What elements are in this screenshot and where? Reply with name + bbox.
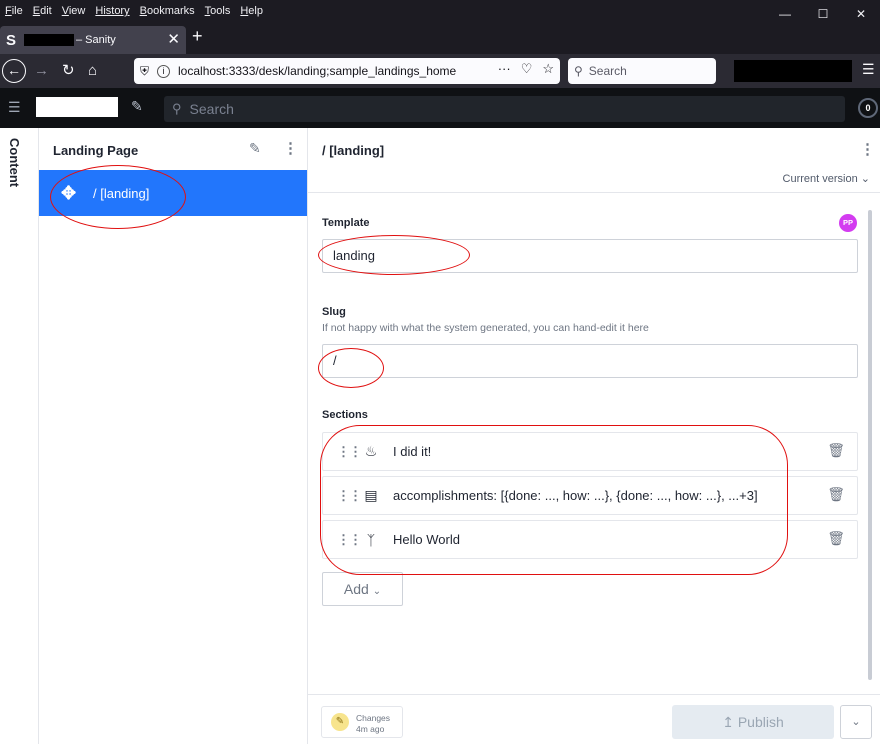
new-tab-icon[interactable]: +: [192, 26, 203, 47]
slug-description: If not happy with what the system genera…: [322, 322, 649, 334]
chevron-down-icon: ⌄: [372, 586, 382, 597]
template-input[interactable]: landing: [322, 239, 858, 273]
editor-scrollbar[interactable]: [866, 200, 874, 690]
scrollbar-thumb[interactable]: [868, 210, 872, 680]
browser-menu-icon[interactable]: ☰: [862, 61, 875, 78]
changes-time: 4m ago: [356, 724, 385, 734]
chevron-down-icon: ⌄: [860, 173, 870, 185]
list-item[interactable]: ✥ / [landing]: [39, 170, 307, 216]
menu-help[interactable]: Help: [235, 5, 268, 17]
redacted-studio-logo[interactable]: [36, 97, 118, 117]
publish-button[interactable]: ↥ Publish: [672, 705, 834, 739]
back-icon[interactable]: ←: [2, 59, 26, 83]
url-bar[interactable]: ⛨ i localhost:3333/desk/landing;sample_l…: [134, 58, 560, 84]
pane-menu-icon[interactable]: ⋮: [283, 139, 298, 157]
document-title: / [landing]: [322, 143, 385, 158]
minimize-icon[interactable]: —: [766, 0, 804, 22]
header-divider: [308, 192, 880, 193]
url-text: localhost:3333/desk/landing;sample_landi…: [178, 64, 457, 78]
menu-tools[interactable]: Tools: [200, 5, 236, 17]
hamburger-icon[interactable]: ☰: [8, 99, 21, 116]
window-controls: — ☐ ✕: [766, 0, 880, 22]
studio-search-input[interactable]: ⚲ Search: [164, 96, 845, 122]
menu-history[interactable]: History: [90, 5, 134, 17]
changes-button[interactable]: ✎ Changes 4m ago: [321, 706, 403, 738]
pocket-icon[interactable]: ♡: [521, 61, 533, 77]
reload-icon[interactable]: ↻: [62, 61, 75, 81]
close-window-icon[interactable]: ✕: [842, 0, 880, 22]
browser-menubar: File Edit View History Bookmarks Tools H…: [0, 0, 880, 22]
trash-icon[interactable]: 🗑: [827, 442, 845, 459]
menu-view[interactable]: View: [57, 5, 91, 17]
sections-label: Sections: [322, 409, 368, 421]
chevron-down-icon: ⌄: [851, 716, 861, 728]
menu-bookmarks[interactable]: Bookmarks: [135, 5, 200, 17]
expand-arrows-icon: ✥: [61, 182, 77, 203]
server-icon: ▤: [364, 487, 378, 503]
changes-label: Changes: [356, 713, 391, 723]
add-section-button[interactable]: Add ⌄: [322, 572, 403, 606]
section-item-text: I did it!: [393, 444, 432, 459]
document-editor-pane: / [landing] ⋮ Current version ⌄ Template…: [308, 128, 880, 744]
section-item-text: Hello World: [393, 532, 460, 547]
search-icon: ⚲: [172, 101, 182, 116]
section-item-text: accomplishments: [{done: ..., how: ...},…: [393, 488, 758, 503]
redacted-tab-title: [24, 34, 74, 46]
search-icon: ⚲: [574, 64, 583, 78]
browser-search-box[interactable]: ⚲ Search: [568, 58, 716, 84]
cake-icon: ♨: [364, 443, 378, 459]
sanity-favicon-icon: S: [6, 31, 17, 49]
pane-title: Landing Page: [53, 143, 139, 158]
section-item[interactable]: ⋮⋮ ▤ accomplishments: [{done: ..., how: …: [322, 476, 858, 515]
forward-icon[interactable]: →: [34, 61, 49, 81]
menu-file[interactable]: File: [0, 5, 28, 17]
pencil-icon: ✎: [331, 713, 349, 731]
maximize-icon[interactable]: ☐: [804, 0, 842, 22]
trash-icon[interactable]: 🗑: [827, 530, 845, 547]
compose-icon[interactable]: ✎: [131, 98, 143, 115]
upload-icon: ↥: [722, 714, 734, 730]
drag-handle-icon[interactable]: ⋮⋮: [337, 488, 362, 504]
url-tools: ··· ♡ ☆: [498, 61, 554, 77]
browser-search-placeholder: Search: [588, 64, 627, 78]
home-icon[interactable]: ⌂: [88, 61, 97, 81]
menu-edit[interactable]: Edit: [28, 5, 57, 17]
tab-bar: S – Sanity ✕ +: [0, 22, 880, 54]
bookmark-star-icon[interactable]: ☆: [542, 61, 554, 77]
section-item[interactable]: ⋮⋮ ♨ I did it! 🗑: [322, 432, 858, 471]
slug-input[interactable]: /: [322, 344, 858, 378]
notification-badge[interactable]: 0: [858, 98, 878, 118]
tab-title: – Sanity: [76, 34, 116, 46]
redacted-toolbar-area: [734, 60, 852, 82]
tab-close-icon[interactable]: ✕: [167, 30, 180, 48]
template-label: Template: [322, 217, 370, 229]
bluetooth-icon: ᛉ: [366, 531, 376, 548]
publish-menu-button[interactable]: ⌄: [840, 705, 872, 739]
page-actions-icon[interactable]: ···: [498, 61, 511, 77]
slug-label: Slug: [322, 306, 346, 318]
drag-handle-icon[interactable]: ⋮⋮: [337, 444, 362, 460]
footer-divider: [308, 694, 880, 695]
drag-handle-icon[interactable]: ⋮⋮: [337, 532, 362, 548]
version-selector[interactable]: Current version ⌄: [783, 172, 870, 185]
rail-content-label[interactable]: Content: [7, 138, 22, 187]
document-menu-icon[interactable]: ⋮: [860, 140, 875, 158]
document-list-pane: Landing Page ✎ ⋮ ✥ / [landing]: [39, 128, 308, 744]
tool-rail: Content: [0, 128, 39, 744]
browser-tab[interactable]: S – Sanity ✕: [0, 26, 186, 54]
section-item[interactable]: ⋮⋮ ᛉ Hello World 🗑: [322, 520, 858, 559]
list-item-label: / [landing]: [93, 185, 150, 201]
studio-navbar: ☰ ✎ ⚲ Search 0: [0, 88, 880, 128]
shield-icon[interactable]: ⛨: [140, 64, 149, 79]
studio-search-placeholder: Search: [189, 101, 234, 117]
create-document-icon[interactable]: ✎: [249, 140, 261, 157]
info-icon[interactable]: i: [157, 64, 171, 78]
presence-avatar[interactable]: PP: [839, 214, 857, 232]
trash-icon[interactable]: 🗑: [827, 486, 845, 503]
